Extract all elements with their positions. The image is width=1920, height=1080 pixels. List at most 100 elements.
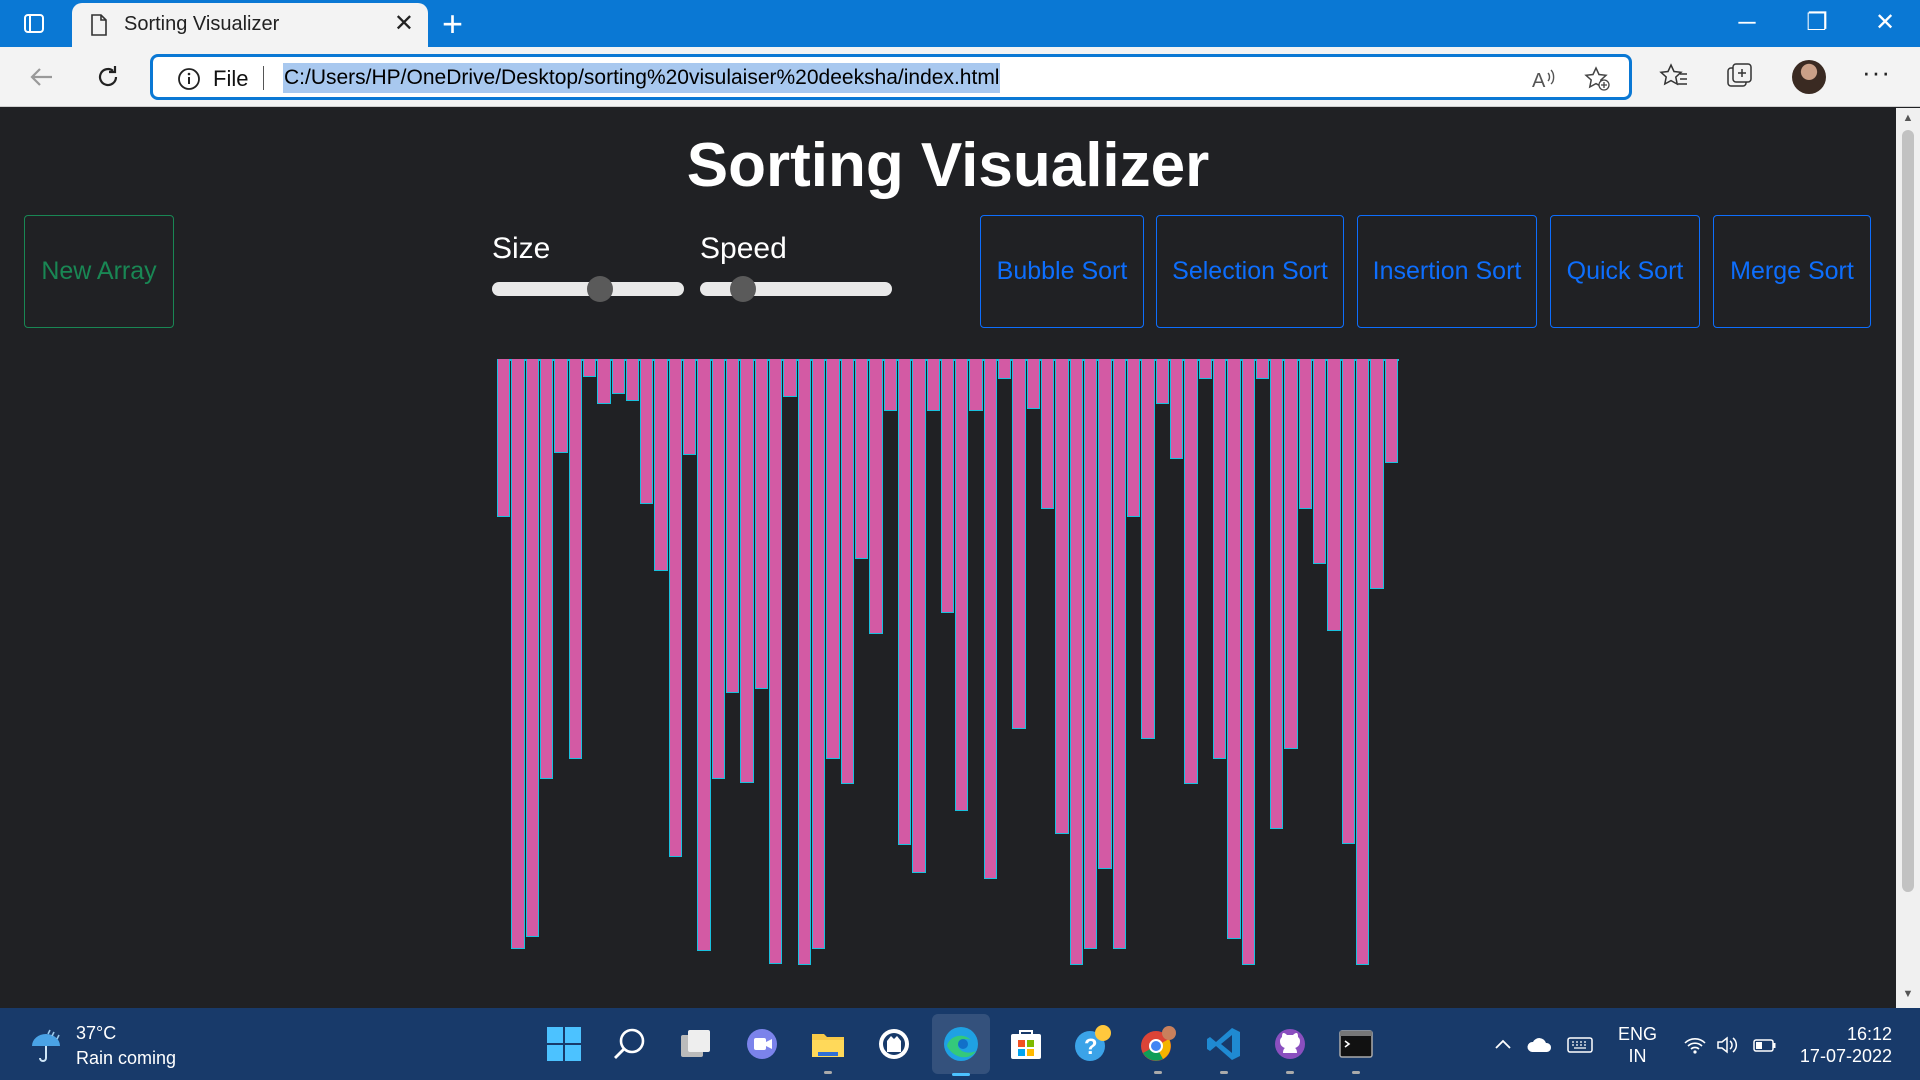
vscode-icon[interactable] — [1202, 1022, 1246, 1074]
search-icon[interactable] — [608, 1022, 652, 1066]
scrollbar-thumb[interactable] — [1902, 130, 1914, 892]
bubble-sort-button[interactable]: Bubble Sort — [980, 215, 1144, 328]
array-bar — [568, 359, 582, 759]
array-bar — [783, 359, 797, 397]
array-bar — [1169, 359, 1184, 459]
array-bar — [811, 359, 826, 949]
insertion-sort-button[interactable]: Insertion Sort — [1357, 215, 1537, 328]
array-bar — [1069, 359, 1083, 965]
speed-slider-thumb[interactable] — [729, 276, 756, 302]
array-bar — [683, 359, 697, 455]
array-bar — [1212, 359, 1227, 759]
selection-sort-button[interactable]: Selection Sort — [1156, 215, 1344, 328]
array-bar — [1098, 359, 1112, 869]
quick-sort-button[interactable]: Quick Sort — [1550, 215, 1700, 328]
array-bar — [1055, 359, 1069, 834]
array-bar — [969, 359, 983, 411]
github-icon[interactable] — [1268, 1022, 1312, 1074]
array-bar — [1184, 359, 1198, 784]
file-explorer-icon[interactable] — [806, 1022, 850, 1074]
chevron-up-icon[interactable] — [1490, 1032, 1516, 1058]
merge-sort-button[interactable]: Merge Sort — [1713, 215, 1871, 328]
terminal-icon[interactable] — [1334, 1022, 1378, 1074]
array-bar — [1270, 359, 1284, 829]
array-bar — [611, 359, 625, 394]
array-bar — [740, 359, 754, 783]
array-bar — [1198, 359, 1212, 379]
task-view-icon[interactable] — [674, 1022, 718, 1066]
array-bar — [1012, 359, 1026, 729]
speed-label: Speed — [700, 232, 787, 265]
svg-text:?: ? — [1084, 1034, 1097, 1059]
clock-date: 17-07-2022 — [1799, 1046, 1892, 1066]
info-icon[interactable] — [177, 67, 201, 91]
system-clock[interactable]: 16:12 17-07-2022 — [1796, 1023, 1892, 1067]
windows-start-icon[interactable] — [542, 1022, 586, 1066]
help-icon[interactable]: ? — [1070, 1022, 1114, 1066]
refresh-icon[interactable] — [88, 57, 128, 97]
region-code: IN — [1628, 1046, 1647, 1066]
tab-close-icon[interactable]: ✕ — [394, 12, 414, 36]
keyboard-icon[interactable] — [1566, 1032, 1593, 1058]
array-bar — [912, 359, 926, 873]
array-bar — [1284, 359, 1298, 749]
tab-actions-icon[interactable] — [18, 11, 50, 37]
chrome-icon[interactable] — [1136, 1022, 1180, 1074]
scroll-down-icon[interactable]: ▼ — [1901, 988, 1915, 1000]
read-aloud-icon[interactable]: A — [1529, 65, 1557, 93]
array-bar — [1327, 359, 1341, 631]
running-indicator — [824, 1071, 832, 1074]
page-viewport: Sorting Visualizer New Array Size Speed … — [0, 108, 1896, 1008]
array-bar — [983, 359, 998, 879]
more-options-icon[interactable]: ··· — [1862, 57, 1891, 88]
language-indicator[interactable]: ENG IN — [1618, 1023, 1657, 1067]
battery-icon[interactable] — [1752, 1032, 1778, 1058]
browser-tab[interactable]: Sorting Visualizer ✕ — [72, 3, 428, 47]
github-desktop-icon[interactable] — [872, 1022, 916, 1066]
array-bar — [525, 359, 539, 937]
vertical-scrollbar[interactable]: ▲ ▼ — [1896, 108, 1920, 1008]
teams-chat-icon[interactable] — [740, 1022, 784, 1066]
onedrive-cloud-icon[interactable] — [1526, 1032, 1552, 1058]
array-bar — [854, 359, 869, 559]
wifi-icon[interactable] — [1682, 1032, 1708, 1058]
weather-description: Rain coming — [76, 1048, 177, 1068]
close-window-icon[interactable]: ✕ — [1850, 0, 1920, 46]
array-bar — [1341, 359, 1356, 844]
size-slider-thumb[interactable] — [586, 276, 613, 302]
weather-temperature: 37°C — [76, 1023, 117, 1043]
new-tab-icon[interactable]: + — [442, 4, 463, 44]
array-bar — [940, 359, 955, 613]
profile-avatar[interactable] — [1792, 60, 1826, 94]
array-bar — [497, 359, 511, 517]
array-bar — [1384, 359, 1398, 463]
language-code: ENG — [1618, 1024, 1658, 1044]
volume-icon[interactable] — [1714, 1032, 1740, 1058]
weather-rain-icon[interactable] — [26, 1026, 66, 1066]
favorites-icon[interactable] — [1658, 60, 1690, 92]
add-favorite-icon[interactable] — [1583, 65, 1611, 93]
array-bar — [955, 359, 969, 811]
array-bar — [668, 359, 683, 857]
array-bar — [1026, 359, 1041, 409]
array-bar — [1041, 359, 1055, 509]
array-bar — [926, 359, 940, 411]
restore-icon[interactable]: ❐ — [1782, 0, 1852, 46]
url-text[interactable]: C:/Users/HP/OneDrive/Desktop/sorting%20v… — [283, 63, 1001, 93]
array-bar — [1255, 359, 1270, 379]
minimize-icon[interactable]: ─ — [1712, 0, 1782, 46]
speed-slider[interactable] — [700, 276, 892, 302]
size-slider[interactable] — [492, 276, 684, 302]
array-bar — [769, 359, 783, 964]
new-array-button[interactable]: New Array — [24, 215, 174, 328]
bars-container — [497, 359, 1399, 1008]
microsoft-store-icon[interactable] — [1004, 1022, 1048, 1066]
array-bar — [539, 359, 554, 779]
file-label: File — [213, 66, 249, 91]
array-bar — [826, 359, 840, 759]
edge-icon[interactable] — [932, 1014, 990, 1076]
collections-icon[interactable] — [1724, 60, 1756, 92]
address-bar[interactable]: File C:/Users/HP/OneDrive/Desktop/sortin… — [150, 54, 1632, 100]
back-icon[interactable] — [22, 57, 62, 97]
scroll-up-icon[interactable]: ▲ — [1901, 112, 1915, 124]
